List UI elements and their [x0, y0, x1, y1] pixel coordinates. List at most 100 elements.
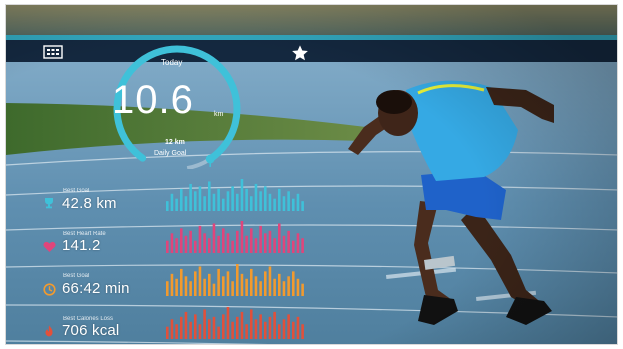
stadium-fitness-screen: Today 10.6 km 12 km Daily Goal Best Goal… — [5, 4, 618, 345]
chart-bar — [208, 273, 211, 296]
chart-bar — [166, 240, 169, 253]
chart-bar — [231, 321, 234, 339]
chart-bar — [194, 240, 197, 253]
chart-bar — [222, 198, 225, 211]
chart-bar — [212, 316, 216, 339]
chart-bar — [259, 225, 262, 253]
chart-bar — [296, 233, 300, 253]
chart-bar — [240, 273, 244, 296]
chart-bar — [268, 316, 272, 339]
chart-bar — [222, 314, 225, 339]
chart-bar — [282, 235, 286, 253]
chart-bar — [217, 235, 220, 253]
chart-bar — [212, 283, 216, 296]
chart-bar — [282, 196, 286, 211]
clock-icon — [43, 283, 56, 296]
chart-bar — [240, 221, 244, 253]
chart-bar — [189, 183, 192, 211]
chart-bar — [282, 319, 286, 339]
chart-bar — [254, 276, 258, 296]
chart-bar — [273, 311, 276, 339]
chart-bar — [264, 233, 267, 253]
chart-bar — [287, 276, 290, 296]
chart-bar — [217, 268, 220, 296]
gauge-value: 10.6 — [112, 78, 194, 122]
chart-bar — [245, 235, 248, 253]
gauge-label: Today — [161, 58, 183, 67]
chart-bar — [245, 278, 248, 296]
star-icon[interactable] — [291, 44, 309, 62]
chart-bar — [208, 319, 211, 339]
chart-bar — [203, 233, 206, 253]
chart-bar — [301, 283, 304, 296]
chart-bar — [259, 281, 262, 296]
chart-bar — [175, 238, 178, 253]
duration-bar-chart — [166, 264, 304, 296]
chart-bar — [212, 223, 216, 253]
chart-bar — [222, 276, 225, 296]
chart-bar — [278, 223, 281, 253]
chart-bar — [198, 324, 202, 339]
calendar-icon[interactable] — [43, 45, 63, 59]
chart-bar — [231, 240, 234, 253]
chart-bar — [282, 281, 286, 296]
chart-bar — [170, 319, 174, 339]
chart-bar — [226, 271, 230, 296]
chart-bar — [250, 196, 253, 211]
chart-bar — [296, 193, 300, 211]
chart-bar — [273, 278, 276, 296]
chart-bar — [175, 198, 178, 211]
chart-bar — [189, 281, 192, 296]
chart-bar — [226, 307, 230, 339]
chart-bar — [264, 271, 267, 296]
metric-value: 141.2 — [62, 237, 101, 254]
chart-bar — [170, 193, 174, 211]
metric-label: Best Goal — [63, 188, 90, 194]
chart-bar — [226, 191, 230, 211]
chart-bar — [198, 186, 202, 211]
chart-bar — [264, 186, 267, 211]
metric-value: 706 kcal — [62, 322, 120, 339]
trophy-icon — [45, 198, 53, 209]
heart-rate-bar-chart — [166, 221, 304, 253]
chart-bar — [166, 281, 169, 296]
metric-value: 66:42 min — [62, 280, 130, 297]
chart-bar — [180, 228, 183, 253]
metric-value: 42.8 km — [62, 195, 117, 212]
chart-bar — [180, 268, 183, 296]
chart-bar — [194, 271, 197, 296]
chart-bar — [236, 264, 239, 296]
chart-bar — [259, 314, 262, 339]
chart-bar — [278, 273, 281, 296]
chart-bar — [254, 183, 258, 211]
chart-bar — [292, 240, 295, 253]
chart-bar — [217, 326, 220, 339]
chart-bar — [203, 309, 206, 339]
chart-bar — [194, 314, 197, 339]
chart-bar — [292, 321, 295, 339]
chart-bar — [175, 324, 178, 339]
chart-bar — [175, 278, 178, 296]
chart-bar — [301, 324, 304, 339]
calories-bar-chart — [166, 307, 304, 339]
chart-bar — [287, 191, 290, 211]
chart-bar — [198, 225, 202, 253]
chart-bar — [194, 191, 197, 211]
chart-bar — [208, 238, 211, 253]
chart-bar — [231, 186, 234, 211]
chart-bar — [273, 198, 276, 211]
chart-bar — [268, 230, 272, 253]
chart-bar — [198, 266, 202, 296]
chart-bar — [180, 316, 183, 339]
chart-bar — [217, 188, 220, 211]
heart-icon — [43, 241, 56, 252]
goal-label: Daily Goal — [154, 150, 187, 157]
chart-bar — [184, 311, 188, 339]
chart-bar — [296, 278, 300, 296]
chart-bar — [184, 196, 188, 211]
chart-bar — [278, 188, 281, 211]
chart-bar — [231, 281, 234, 296]
chart-bar — [236, 316, 239, 339]
chart-bar — [236, 230, 239, 253]
chart-bar — [203, 278, 206, 296]
